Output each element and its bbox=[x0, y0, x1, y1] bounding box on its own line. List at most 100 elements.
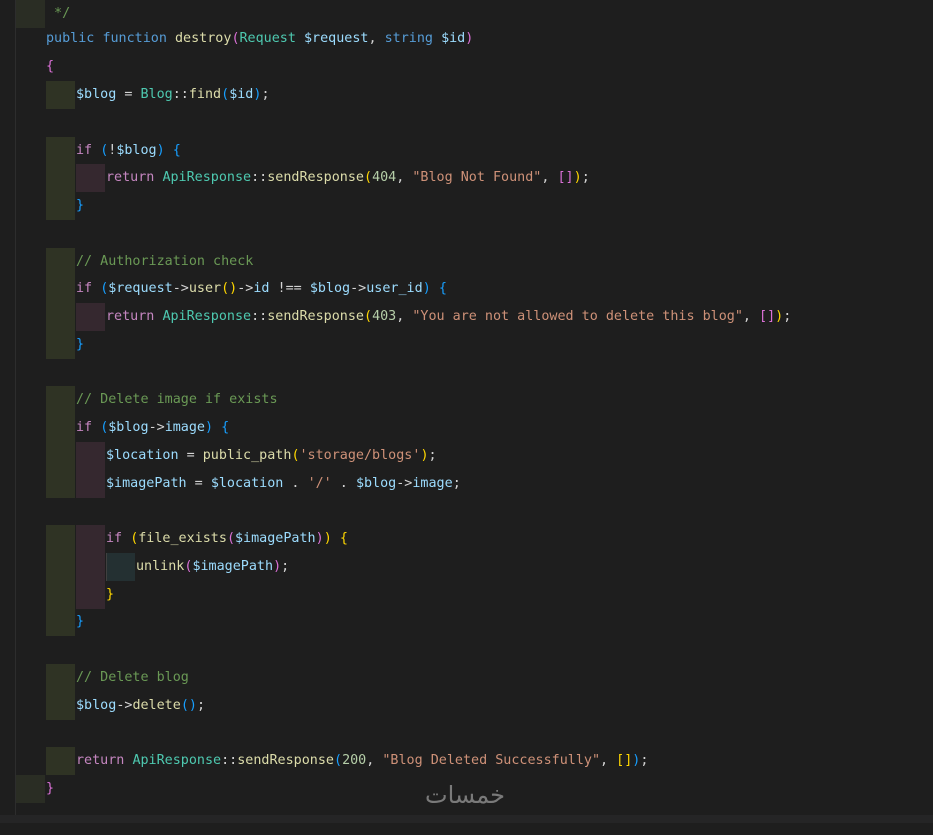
operator-token: . bbox=[283, 476, 308, 491]
watermark-logo: خمسات bbox=[424, 781, 506, 809]
indent-guide bbox=[46, 692, 75, 720]
code-line-12[interactable]: } bbox=[0, 331, 933, 359]
code-line-27[interactable]: return ApiResponse::sendResponse(200, "B… bbox=[0, 747, 933, 775]
operator-token: :: bbox=[221, 753, 238, 768]
code-editor[interactable]: */ public function destroy(Request $requ… bbox=[0, 0, 933, 815]
string-token: 'storage/blogs' bbox=[299, 448, 421, 463]
indent-guide bbox=[46, 275, 75, 303]
punct-token: ; bbox=[783, 309, 792, 324]
indent-guide bbox=[46, 747, 75, 775]
brace-token: } bbox=[46, 781, 55, 796]
paren-token: ( bbox=[231, 31, 240, 46]
keyword-token: string bbox=[384, 31, 433, 46]
code-text: if ($blog->image) { bbox=[76, 414, 229, 442]
punct-token: , bbox=[396, 170, 413, 185]
code-line-24[interactable]: // Delete blog bbox=[0, 664, 933, 692]
indent-guide bbox=[46, 608, 75, 636]
brace-token: } bbox=[76, 198, 85, 213]
paren-token: ) bbox=[205, 420, 214, 435]
code-line-17[interactable]: $imagePath = $location . '/' . $blog->im… bbox=[0, 470, 933, 498]
function-token: file_exists bbox=[138, 531, 227, 546]
number-token: 403 bbox=[372, 309, 397, 324]
indent-guide bbox=[46, 386, 75, 414]
code-line-7[interactable]: } bbox=[0, 192, 933, 220]
code-line-2[interactable]: { bbox=[0, 53, 933, 81]
paren-token: ( bbox=[334, 753, 343, 768]
function-token: sendResponse bbox=[237, 753, 334, 768]
code-line-10[interactable]: if ($request->user()->id !== $blog->user… bbox=[0, 275, 933, 303]
operator-token: -> bbox=[237, 281, 254, 296]
brace-token: { bbox=[172, 143, 181, 158]
indent-rule bbox=[106, 553, 107, 581]
function-token: unlink bbox=[136, 559, 185, 574]
string-token: "Blog Not Found" bbox=[412, 170, 542, 185]
string-token: "Blog Deleted Successfully" bbox=[382, 753, 601, 768]
variable-token: $blog bbox=[116, 143, 157, 158]
code-text: } bbox=[106, 581, 114, 609]
indent-guide bbox=[76, 303, 105, 331]
punct-token: , bbox=[742, 309, 760, 324]
variable-token: $blog bbox=[355, 476, 397, 491]
operator-token: :: bbox=[251, 309, 268, 324]
keyword-token: return bbox=[76, 753, 125, 768]
bracket-token: [] bbox=[557, 170, 574, 185]
code-line-20[interactable]: unlink($imagePath); bbox=[0, 553, 933, 581]
code-text: return ApiResponse::sendResponse(403, "Y… bbox=[106, 303, 791, 331]
indent-guide bbox=[76, 553, 105, 581]
paren-token: ( bbox=[291, 448, 300, 463]
comment-token: // Delete image if exists bbox=[76, 392, 278, 407]
code-line-5[interactable]: if (!$blog) { bbox=[0, 137, 933, 165]
code-text: // Delete blog bbox=[76, 664, 189, 692]
punct-token: ; bbox=[640, 753, 649, 768]
operator-token: . bbox=[331, 476, 356, 491]
code-line-9[interactable]: // Authorization check bbox=[0, 248, 933, 276]
code-line-25[interactable]: $blog->delete(); bbox=[0, 692, 933, 720]
class-token: ApiResponse bbox=[162, 170, 252, 185]
code-text: return ApiResponse::sendResponse(200, "B… bbox=[76, 747, 648, 775]
code-line-3[interactable]: $blog = Blog::find($id); bbox=[0, 81, 933, 109]
comment-token: */ bbox=[46, 6, 71, 21]
code-text: $imagePath = $location . '/' . $blog->im… bbox=[106, 470, 461, 498]
punct-token: ; bbox=[452, 476, 461, 491]
paren-token: ( bbox=[364, 170, 373, 185]
variable-token: $request bbox=[304, 31, 369, 46]
class-token: Request bbox=[239, 31, 296, 46]
indent-guide bbox=[16, 0, 45, 28]
paren-token: ) bbox=[422, 281, 431, 296]
variable-token: $imagePath bbox=[235, 531, 316, 546]
variable-token: $request bbox=[108, 281, 173, 296]
brace-token: } bbox=[76, 614, 85, 629]
code-text: if (!$blog) { bbox=[76, 137, 181, 165]
punct-token: , bbox=[396, 309, 413, 324]
brace-token: { bbox=[46, 59, 55, 74]
function-token: user bbox=[188, 281, 222, 296]
code-line-14[interactable]: // Delete image if exists bbox=[0, 386, 933, 414]
class-token: Blog bbox=[140, 87, 173, 102]
variable-token: $blog bbox=[108, 420, 149, 435]
paren-token: ) bbox=[420, 448, 429, 463]
indent-guide bbox=[46, 81, 75, 109]
code-line-0[interactable]: */ bbox=[0, 0, 933, 28]
code-text: } bbox=[46, 775, 54, 803]
function-token: sendResponse bbox=[267, 309, 364, 324]
code-line-21[interactable]: } bbox=[0, 581, 933, 609]
code-text: unlink($imagePath); bbox=[136, 553, 289, 581]
code-line-16[interactable]: $location = public_path('storage/blogs')… bbox=[0, 442, 933, 470]
function-token: sendResponse bbox=[267, 170, 364, 185]
operator-token: -> bbox=[148, 420, 165, 435]
code-line-22[interactable]: } bbox=[0, 608, 933, 636]
variable-token: $blog bbox=[76, 87, 117, 102]
code-line-11[interactable]: return ApiResponse::sendResponse(403, "Y… bbox=[0, 303, 933, 331]
code-line-1[interactable]: public function destroy(Request $request… bbox=[0, 25, 933, 53]
paren-token: ) bbox=[273, 559, 282, 574]
code-line-15[interactable]: if ($blog->image) { bbox=[0, 414, 933, 442]
brace-token: { bbox=[221, 420, 230, 435]
paren-token: ) bbox=[323, 531, 332, 546]
indent-guide bbox=[76, 164, 105, 192]
code-line-6[interactable]: return ApiResponse::sendResponse(404, "B… bbox=[0, 164, 933, 192]
horizontal-scrollbar-track[interactable] bbox=[0, 815, 933, 823]
punct-token: , bbox=[366, 753, 383, 768]
indent-guide bbox=[46, 470, 75, 498]
indent-guide bbox=[46, 248, 75, 276]
code-line-19[interactable]: if (file_exists($imagePath)) { bbox=[0, 525, 933, 553]
